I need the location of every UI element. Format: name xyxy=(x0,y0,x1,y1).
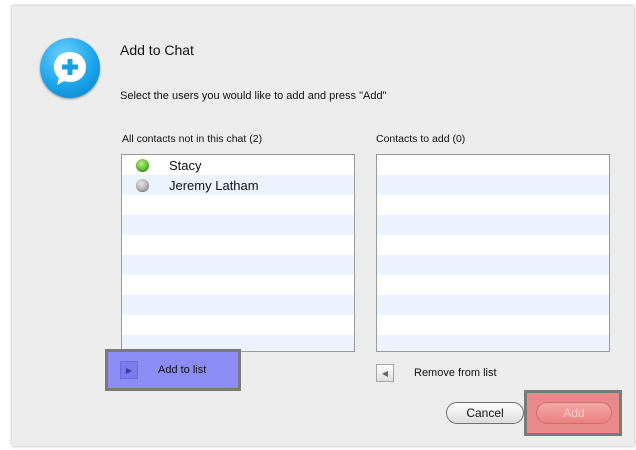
dialog-title: Add to Chat xyxy=(120,42,194,58)
contact-name: Stacy xyxy=(169,157,202,173)
add-to-list-button[interactable]: ▶ Add to list xyxy=(105,349,241,391)
online-status-icon xyxy=(136,158,149,172)
contacts-to-add-label: Contacts to add (0) xyxy=(376,133,466,145)
arrow-left-icon: ◀ xyxy=(376,364,394,382)
contact-item-jeremy-latham[interactable]: Jeremy Latham xyxy=(122,175,354,195)
add-to-chat-dialog: Add to Chat Select the users you would l… xyxy=(12,6,634,446)
dialog-instructions: Select the users you would like to add a… xyxy=(120,90,387,102)
arrow-right-icon: ▶ xyxy=(120,361,138,379)
add-button[interactable]: Add xyxy=(536,402,612,424)
remove-from-list-label: Remove from list xyxy=(414,367,497,379)
chat-plus-icon xyxy=(40,38,100,98)
all-contacts-label: All contacts not in this chat (2) xyxy=(122,133,263,145)
remove-from-list-button[interactable]: ◀ Remove from list xyxy=(376,363,497,383)
contact-name: Jeremy Latham xyxy=(169,177,259,193)
contacts-to-add-list[interactable] xyxy=(376,154,610,352)
offline-status-icon xyxy=(136,178,149,192)
cancel-button[interactable]: Cancel xyxy=(446,402,524,424)
contact-item-stacy[interactable]: Stacy xyxy=(122,155,354,175)
all-contacts-list[interactable]: Stacy Jeremy Latham xyxy=(121,154,355,352)
add-to-list-label: Add to list xyxy=(158,364,207,376)
